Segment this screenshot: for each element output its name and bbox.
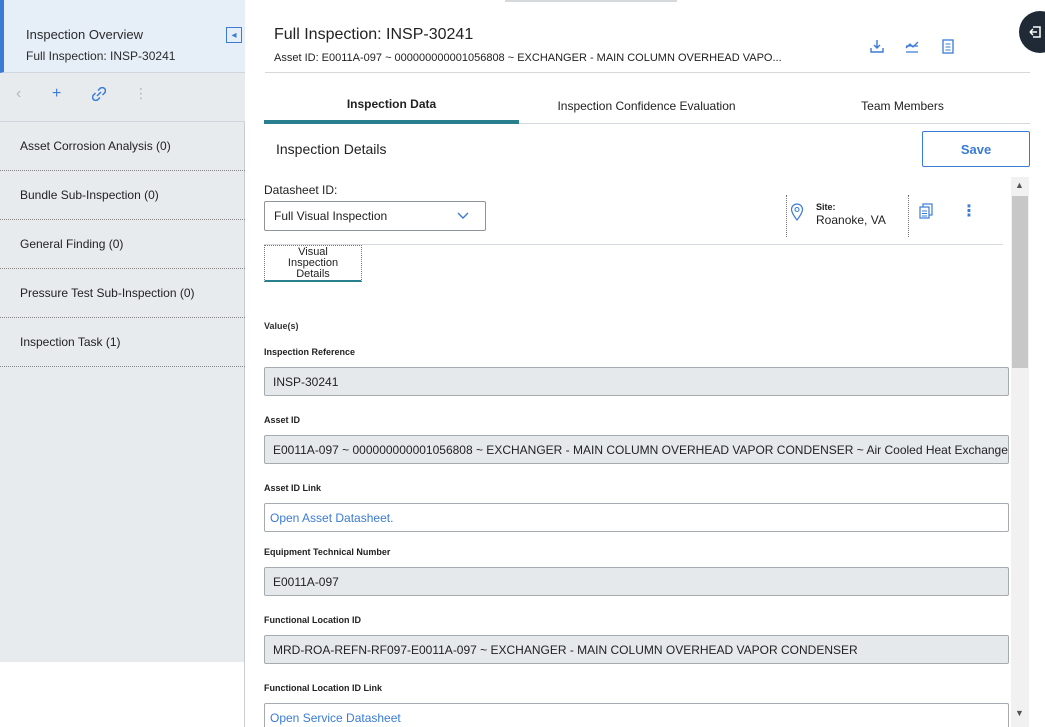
left-panel: Inspection Overview Full Inspection: INS…: [0, 0, 245, 727]
overview-title: Inspection Overview: [26, 27, 144, 42]
overview-header[interactable]: Inspection Overview Full Inspection: INS…: [0, 0, 245, 73]
list-item[interactable]: Inspection Task (1): [0, 318, 245, 367]
field-label: Functional Location ID Link: [264, 683, 382, 693]
site-label: Site:: [816, 202, 836, 212]
page-subtitle: Asset ID: E0011A-097 ~ 00000000000105680…: [274, 52, 782, 64]
subtab-label-line: Details: [296, 267, 330, 280]
tab-visual-inspection-details[interactable]: Visual Inspection Details: [264, 245, 362, 282]
section-title: Inspection Details: [276, 141, 387, 157]
copy-datasheet-icon[interactable]: [919, 203, 934, 223]
kebab-menu-icon[interactable]: ⋮: [961, 201, 977, 221]
inspection-reference-field[interactable]: INSP-30241: [264, 367, 1009, 396]
values-label: Value(s): [264, 321, 299, 331]
site-value: Roanoke, VA: [816, 213, 886, 227]
subtab-label-line: Visual: [298, 245, 328, 258]
main-panel: Full Inspection: INSP-30241 Asset ID: E0…: [245, 0, 1045, 727]
list-item[interactable]: General Finding (0): [0, 220, 245, 269]
equipment-technical-number-field[interactable]: E0011A-097: [264, 567, 1009, 596]
location-pin-icon: [790, 203, 804, 226]
clipboard-icon[interactable]: [941, 38, 955, 57]
list-item[interactable]: Asset Corrosion Analysis (0): [0, 122, 245, 171]
collapse-panel-icon[interactable]: ◂: [226, 27, 242, 43]
exit-icon[interactable]: [1019, 11, 1045, 53]
link-icon[interactable]: [91, 86, 107, 104]
save-button[interactable]: Save: [922, 131, 1030, 167]
datasheet-label: Datasheet ID:: [264, 183, 338, 197]
scrollbar[interactable]: ▲ ▼: [1011, 177, 1029, 727]
tab-bar: Inspection Data Inspection Confidence Ev…: [264, 88, 1030, 124]
back-icon[interactable]: ‹: [16, 85, 21, 103]
field-label: Asset ID: [264, 415, 301, 425]
trend-icon[interactable]: [904, 38, 920, 57]
left-toolbar: ‹ + ⋮: [0, 73, 245, 122]
divider: [908, 195, 909, 237]
scrollbar-thumb[interactable]: [1012, 196, 1028, 368]
header-divider: [265, 72, 1030, 73]
open-service-datasheet-link[interactable]: Open Service Datasheet: [264, 703, 1009, 727]
list-item[interactable]: Pressure Test Sub-Inspection (0): [0, 269, 245, 318]
list-item[interactable]: Bundle Sub-Inspection (0): [0, 171, 245, 220]
open-asset-datasheet-link[interactable]: Open Asset Datasheet.: [264, 503, 1009, 532]
functional-location-id-field[interactable]: MRD-ROA-REFN-RF097-E0011A-097 ~ EXCHANGE…: [264, 635, 1009, 664]
more-icon[interactable]: ⋮: [134, 85, 148, 102]
scroll-up-icon[interactable]: ▲: [1015, 180, 1024, 190]
tab-inspection-data[interactable]: Inspection Data: [264, 88, 519, 124]
subtab-label-line: Inspection: [287, 256, 339, 269]
datasheet-select[interactable]: Full Visual Inspection: [264, 201, 486, 231]
chevron-down-icon: [457, 208, 469, 223]
overview-subtitle: Full Inspection: INSP-30241: [26, 49, 176, 63]
datasheet-selected: Full Visual Inspection: [274, 209, 388, 223]
field-label: Equipment Technical Number: [264, 547, 391, 557]
download-icon[interactable]: [869, 38, 885, 57]
field-label: Asset ID Link: [264, 483, 322, 493]
tab-inspection-confidence[interactable]: Inspection Confidence Evaluation: [519, 88, 774, 124]
field-label: Inspection Reference: [264, 347, 356, 357]
panel-footer: [0, 662, 244, 727]
tab-team-members[interactable]: Team Members: [775, 88, 1030, 124]
field-label: Functional Location ID: [264, 615, 361, 625]
related-list: Asset Corrosion Analysis (0) Bundle Sub-…: [0, 122, 245, 367]
asset-id-field[interactable]: E0011A-097 ~ 000000000001056808 ~ EXCHAN…: [264, 435, 1009, 464]
page-title: Full Inspection: INSP-30241: [274, 26, 474, 43]
divider: [786, 195, 787, 237]
add-icon[interactable]: +: [52, 85, 61, 103]
datasheet-divider: [264, 244, 1003, 245]
scroll-down-icon[interactable]: ▼: [1015, 708, 1024, 718]
